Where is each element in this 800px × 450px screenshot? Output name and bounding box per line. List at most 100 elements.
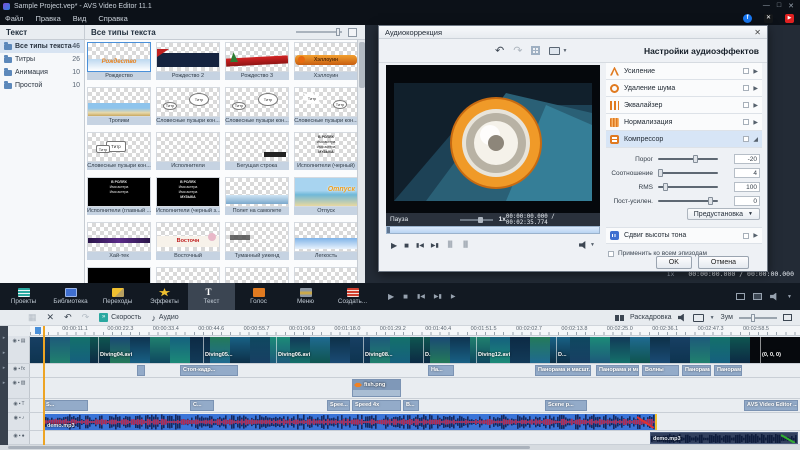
playhead-marker[interactable]: [35, 327, 41, 334]
volume-dropdown-icon[interactable]: ▼: [590, 242, 595, 248]
template-cell[interactable]: [87, 267, 151, 283]
video-clip-label[interactable]: Diving06.avi: [278, 352, 310, 358]
template-cell[interactable]: ТитрТитрСловесные пузыри кон...: [294, 87, 357, 125]
menu-item-Справка[interactable]: Справка: [98, 14, 127, 23]
effect-clip[interactable]: Волны: [642, 365, 679, 376]
template-cell[interactable]: ВосточнВосточный: [156, 222, 220, 260]
tab-projects[interactable]: Проекты: [0, 283, 47, 310]
maximize-button[interactable]: □: [777, 2, 781, 10]
tab-menu[interactable]: Меню: [282, 283, 329, 310]
template-cell[interactable]: В РОЛЯХИмя актераИмя актераМУЗЫКАИсполни…: [294, 132, 357, 170]
zoom-slider[interactable]: [739, 317, 777, 319]
apply-all-checkbox[interactable]: [608, 251, 614, 257]
menu-item-Правка[interactable]: Правка: [35, 14, 60, 23]
visibility-icon[interactable]: ◉: [13, 380, 17, 386]
overlay-track[interactable]: fish.png: [30, 378, 800, 399]
facebook-icon[interactable]: f: [743, 14, 752, 23]
timeline-monitor-icon[interactable]: [693, 314, 704, 322]
visibility-icon[interactable]: ◉: [13, 433, 17, 439]
thumbnail-size-slider[interactable]: [296, 31, 342, 33]
main-stop-button[interactable]: ■: [403, 292, 408, 301]
lock-icon[interactable]: ▪: [19, 401, 21, 407]
redo-icon[interactable]: ↷: [513, 44, 522, 57]
next-frame-button[interactable]: ▶▮: [431, 242, 439, 249]
video-clip-label[interactable]: Diving08...: [365, 352, 393, 358]
voice-track[interactable]: demo.mp3: [30, 431, 800, 445]
pitch-shift-checkbox[interactable]: [743, 233, 749, 239]
grid-view-icon[interactable]: [531, 46, 540, 55]
template-cell[interactable]: Рождество 2: [156, 42, 220, 80]
main-forward-button[interactable]: ▶: [451, 293, 456, 300]
effect-expand-icon[interactable]: ▶: [753, 85, 758, 92]
screen-icon[interactable]: [753, 293, 762, 300]
split-left-button[interactable]: ▐▌: [446, 242, 455, 248]
effect-row-norm[interactable]: Нормализация▶: [606, 114, 762, 131]
effect-row-noise[interactable]: Удаление шума▶: [606, 80, 762, 97]
effect-expand-icon[interactable]: ◢: [753, 136, 758, 143]
video-clip-label[interactable]: Diving04.avi: [100, 352, 132, 358]
delete-icon[interactable]: ✕: [47, 312, 55, 323]
visibility-icon[interactable]: ◉: [14, 415, 18, 421]
main-prev-button[interactable]: ▮◀: [417, 293, 425, 300]
video-clip-label[interactable]: Diving05...: [205, 352, 233, 358]
lock-icon[interactable]: ▪: [18, 380, 20, 386]
main-play-button[interactable]: ▶: [388, 292, 394, 301]
minimize-button[interactable]: —: [763, 2, 770, 10]
playback-speed-slider[interactable]: [460, 219, 493, 221]
effect-checkbox[interactable]: [743, 85, 749, 91]
param-value[interactable]: 100: [734, 182, 760, 192]
ok-button[interactable]: OK: [656, 256, 692, 269]
effects-track[interactable]: Стоп-кадр...На...Панорама и масшт...Пано…: [30, 364, 800, 378]
param-value[interactable]: 0: [734, 196, 760, 206]
overlay-clip-fish[interactable]: fish.png: [352, 379, 401, 397]
effect-checkbox[interactable]: [743, 68, 749, 74]
video-track[interactable]: Diving04.avi Diving05... Diving06.avi Divin…: [30, 336, 800, 364]
effect-row-gain[interactable]: Усиление▶: [606, 63, 762, 80]
effect-row-eq[interactable]: Эквалайзер▶: [606, 97, 762, 114]
cancel-button[interactable]: Отмена: [698, 256, 749, 269]
param-slider[interactable]: [658, 172, 718, 174]
effect-checkbox[interactable]: [743, 136, 749, 142]
timeline-redo-icon[interactable]: ↷: [82, 312, 90, 323]
effect-clip[interactable]: Панорама ...: [714, 365, 742, 376]
param-slider[interactable]: [658, 200, 718, 202]
tab-voice[interactable]: Голос: [235, 283, 282, 310]
template-cell[interactable]: РождествоРождество: [87, 42, 151, 80]
visibility-icon[interactable]: ◉: [13, 401, 17, 407]
text-clip[interactable]: Speed 4x: [352, 400, 401, 411]
expand-timeline-icon[interactable]: [783, 314, 792, 321]
param-value[interactable]: -20: [734, 154, 760, 164]
monitor-dropdown-icon[interactable]: ▼: [562, 48, 567, 54]
pitch-shift-row[interactable]: Сдвиг высоты тона ▶: [606, 227, 762, 244]
audio-button[interactable]: ♪ Аудио: [151, 313, 178, 323]
effect-expand-icon[interactable]: ▶: [753, 102, 758, 109]
undo-icon[interactable]: ↶: [495, 44, 504, 57]
lock-icon[interactable]: ▪: [19, 415, 21, 421]
template-cell[interactable]: ОтпускОтпуск: [294, 177, 357, 215]
visibility-icon[interactable]: ◉: [13, 338, 17, 344]
template-cell[interactable]: ТитрТитрСловесные пузыри кон...: [225, 87, 289, 125]
video-clip-label[interactable]: D.: [425, 352, 431, 358]
split-right-button[interactable]: ▐▌: [461, 242, 470, 248]
template-cell[interactable]: ТитрТитрСловесные пузыри кон...: [156, 87, 220, 125]
audio-track[interactable]: demo.mp3: [30, 413, 800, 431]
tab-effects[interactable]: Эффекты: [141, 283, 188, 310]
template-cell[interactable]: Рождество 3: [225, 42, 289, 80]
effect-row-comp[interactable]: Компрессор◢: [606, 131, 762, 148]
gallery-scrollbar[interactable]: [357, 40, 365, 283]
storyboard-toggle[interactable]: Раскадровка: [630, 314, 672, 321]
play-button[interactable]: ▶: [391, 241, 397, 250]
video-clip-label[interactable]: (0, 0, 0): [762, 352, 781, 358]
text-clip[interactable]: Scene p...: [545, 400, 587, 411]
tab-transitions[interactable]: Переходы: [94, 283, 141, 310]
effect-clip[interactable]: Стоп-кадр...: [180, 365, 238, 376]
template-cell[interactable]: Полет на самолете: [225, 177, 289, 215]
text-clip[interactable]: Spee...: [327, 400, 350, 411]
template-cell[interactable]: [294, 267, 357, 283]
effect-checkbox[interactable]: [743, 102, 749, 108]
effect-expand-icon[interactable]: ▶: [753, 68, 758, 75]
close-button[interactable]: ✕: [788, 2, 794, 10]
param-slider[interactable]: [658, 186, 718, 188]
sidebar-item[interactable]: Простой10: [0, 79, 84, 92]
template-cell[interactable]: Исполнители: [156, 132, 220, 170]
